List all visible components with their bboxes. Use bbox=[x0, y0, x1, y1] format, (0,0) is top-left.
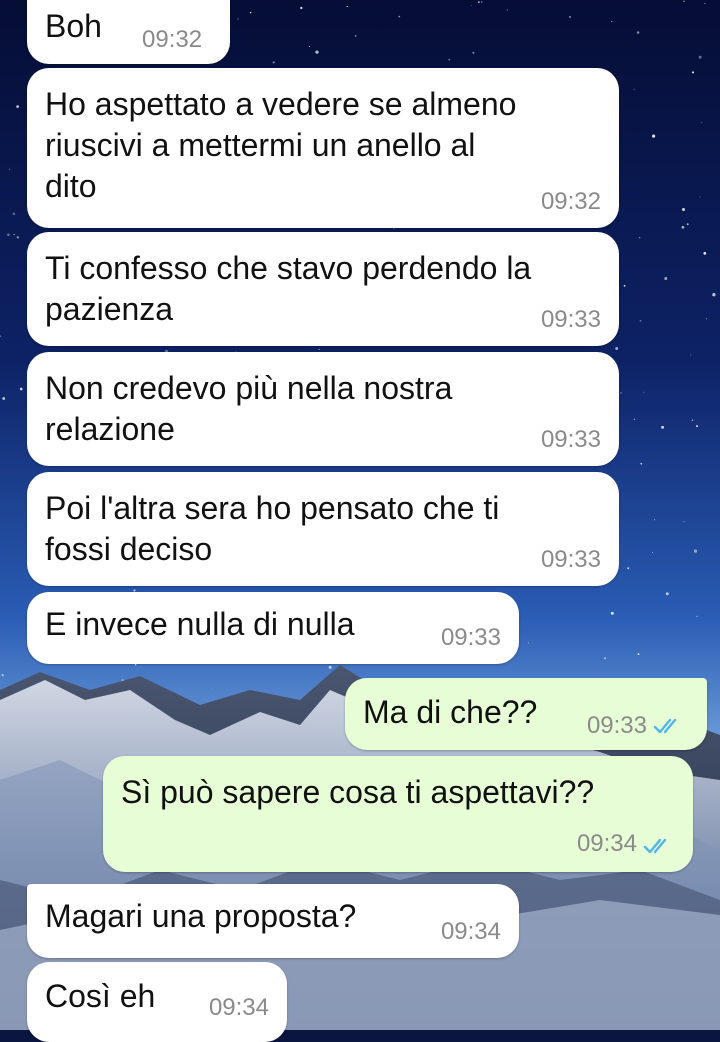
incoming-message[interactable]: Non credevo più nella nostra relazione 0… bbox=[27, 352, 619, 466]
outgoing-message[interactable]: Ma di che?? 09:33 bbox=[345, 678, 707, 750]
message-time: 09:32 bbox=[142, 26, 203, 53]
outgoing-message[interactable]: Sì può sapere cosa ti aspettavi?? 09:34 bbox=[103, 756, 693, 872]
message-time: 09:33 bbox=[440, 624, 501, 651]
message-text: E invece nulla di nulla bbox=[45, 606, 355, 642]
message-text: Ho aspettato a vedere se almeno riuscivi… bbox=[45, 86, 517, 204]
chat-message-list[interactable]: Boh 09:32 Ho aspettato a vedere se almen… bbox=[0, 0, 720, 1042]
incoming-message[interactable]: E invece nulla di nulla 09:33 bbox=[27, 592, 519, 664]
incoming-message[interactable]: Poi l'altra sera ho pensato che ti fossi… bbox=[27, 472, 619, 586]
message-time: 09:33 bbox=[540, 546, 601, 573]
message-time: 09:34 bbox=[440, 918, 501, 945]
message-text: Sì può sapere cosa ti aspettavi?? bbox=[121, 774, 595, 810]
incoming-message[interactable]: Ti confesso che stavo perdendo la pazien… bbox=[27, 232, 619, 346]
double-check-icon bbox=[653, 718, 677, 734]
message-text: Ma di che?? bbox=[363, 694, 538, 730]
incoming-message[interactable]: Ho aspettato a vedere se almeno riuscivi… bbox=[27, 68, 619, 228]
message-time: 09:34 bbox=[208, 994, 269, 1021]
incoming-message[interactable]: Così eh 09:34 bbox=[27, 962, 287, 1042]
incoming-message[interactable]: Boh 09:32 bbox=[27, 0, 230, 64]
double-check-icon bbox=[643, 838, 667, 854]
message-time: 09:34 bbox=[576, 830, 637, 857]
message-time: 09:32 bbox=[540, 188, 601, 215]
message-text: Magari una proposta? bbox=[45, 898, 357, 934]
message-time: 09:33 bbox=[540, 426, 601, 453]
incoming-message[interactable]: Magari una proposta? 09:34 bbox=[27, 884, 519, 958]
message-time: 09:33 bbox=[586, 712, 647, 739]
message-text: Così eh bbox=[45, 978, 156, 1014]
message-time: 09:33 bbox=[540, 306, 601, 333]
message-text: Ti confesso che stavo perdendo la pazien… bbox=[45, 250, 532, 327]
message-text: Non credevo più nella nostra relazione bbox=[45, 370, 453, 447]
message-text: Boh bbox=[45, 8, 102, 44]
message-text: Poi l'altra sera ho pensato che ti fossi… bbox=[45, 490, 500, 567]
